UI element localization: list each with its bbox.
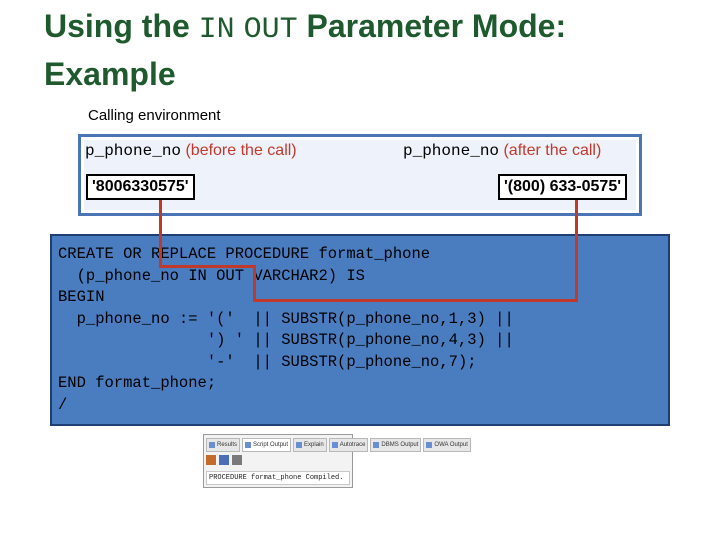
code-line: CREATE OR REPLACE PROCEDURE format_phone xyxy=(58,245,431,263)
before-connector-line xyxy=(159,200,162,268)
explain-icon xyxy=(296,442,303,448)
before-value-box: '8006330575' xyxy=(86,174,195,200)
autotrace-icon xyxy=(331,442,338,448)
results-icon xyxy=(209,442,215,448)
code-line: ') ' || SUBSTR(p_phone_no,4,3) || xyxy=(58,331,514,349)
procedure-code: CREATE OR REPLACE PROCEDURE format_phone… xyxy=(58,244,514,416)
after-call-label: p_phone_no (after the call) xyxy=(403,142,601,160)
after-connector-line-h xyxy=(253,299,577,302)
output-message: PROCEDURE format_phone Compiled. xyxy=(206,471,350,485)
output-panel: Results Script Output Explain Autotrace … xyxy=(203,434,471,488)
code-line: END format_phone; xyxy=(58,374,217,392)
before-note: (before the call) xyxy=(181,142,297,159)
edit-icon[interactable] xyxy=(206,455,216,465)
title-keyword-in: IN xyxy=(198,13,235,47)
title-text: Using the xyxy=(44,8,199,44)
title-line-1: Using the IN OUT Parameter Mode: xyxy=(44,4,704,52)
after-note: (after the call) xyxy=(499,142,602,159)
before-param-name: p_phone_no xyxy=(85,142,182,160)
code-line: '-' || SUBSTR(p_phone_no,7); xyxy=(58,352,477,371)
tab-owa-output[interactable]: OWA Output xyxy=(423,438,471,452)
title-keyword-out: OUT xyxy=(243,13,298,47)
code-line: BEGIN xyxy=(58,288,105,306)
title-text-2: Parameter Mode: xyxy=(297,8,567,44)
after-connector-line xyxy=(575,200,578,302)
print-icon[interactable] xyxy=(232,455,242,465)
before-connector-line-down xyxy=(253,265,256,302)
owa-icon xyxy=(426,442,433,448)
before-call-label: p_phone_no (before the call) xyxy=(85,142,297,160)
output-toolbar xyxy=(206,455,242,467)
code-line: p_phone_no := '(' || SUBSTR(p_phone_no,1… xyxy=(58,309,514,328)
after-param-name: p_phone_no xyxy=(403,142,500,160)
script-icon xyxy=(245,442,252,448)
tab-results[interactable]: Results xyxy=(206,438,241,452)
tab-dbms-output[interactable]: DBMS Output xyxy=(370,438,422,452)
dbms-icon xyxy=(373,442,380,448)
before-connector-line-h xyxy=(159,265,255,268)
tab-explain[interactable]: Explain xyxy=(293,438,327,452)
slide-title: Using the IN OUT Parameter Mode: Example xyxy=(44,4,704,96)
code-line: (p_phone_no IN OUT VARCHAR2) IS xyxy=(58,266,365,285)
tab-script-output[interactable]: Script Output xyxy=(242,438,292,452)
tab-autotrace[interactable]: Autotrace xyxy=(328,438,369,452)
after-value-box: '(800) 633-0575' xyxy=(498,174,628,200)
calling-environment-label: Calling environment xyxy=(88,107,221,124)
title-line-2: Example xyxy=(44,56,176,92)
output-tabs: Results Script Output Explain Autotrace … xyxy=(206,438,471,452)
save-icon[interactable] xyxy=(219,455,229,465)
code-line: / xyxy=(58,395,68,414)
